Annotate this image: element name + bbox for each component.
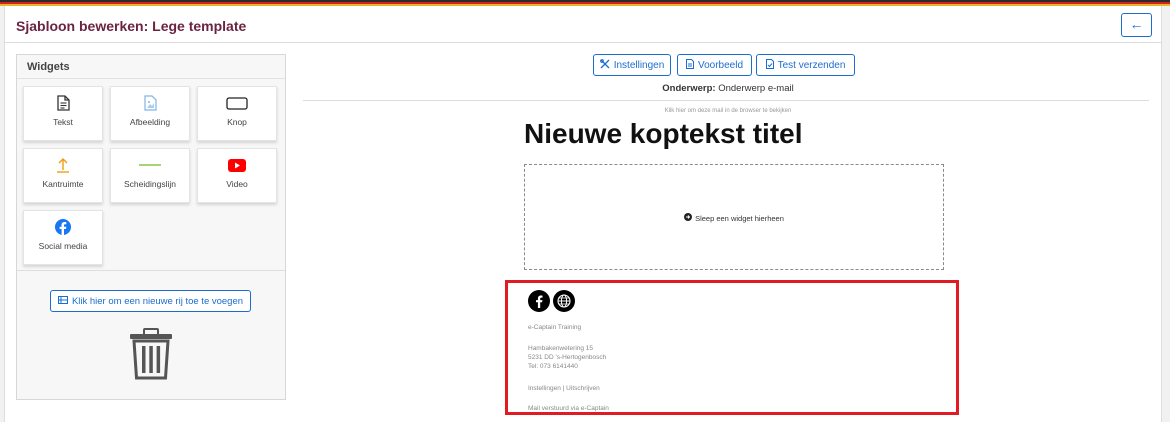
footer-company: e-Captain Training	[528, 324, 582, 331]
widget-text[interactable]: Tekst	[23, 86, 103, 141]
footer-phone: Tel: 073 6141440	[528, 363, 578, 370]
preview-button[interactable]: Voorbeeld	[677, 54, 752, 76]
widget-video[interactable]: Video	[197, 148, 277, 203]
drop-hint: Sleep een widget hierheen	[525, 213, 943, 223]
back-button[interactable]: ←	[1121, 13, 1152, 37]
preview-label: Voorbeeld	[697, 59, 744, 71]
editor-divider	[303, 100, 1149, 101]
footer-address-1: Hambakenwetering 15	[528, 345, 594, 352]
settings-button[interactable]: Instellingen	[593, 54, 671, 76]
arrow-left-icon: ←	[1129, 16, 1144, 32]
widget-social-media[interactable]: Social media	[23, 210, 103, 265]
widgets-panel: Widgets Tekst Afbeelding Knop Kantruimte	[16, 54, 286, 400]
widget-label: Social media	[38, 241, 88, 251]
widget-label: Kantruimte	[42, 179, 84, 189]
widgets-title: Widgets	[17, 55, 285, 79]
page-title: Sjabloon bewerken: Lege template	[16, 18, 247, 34]
subject-label: Onderwerp:	[662, 83, 716, 94]
footer-address-2: 5231 DD 's-Hertogenbosch	[528, 354, 607, 361]
document-icon	[685, 58, 694, 72]
widget-button[interactable]: Knop	[197, 86, 277, 141]
subject-line: Onderwerp: Onderwerp e-mail	[303, 83, 1153, 94]
arrow-circle-right-icon	[684, 213, 693, 223]
page-header: Sjabloon bewerken: Lege template ←	[5, 6, 1161, 43]
image-icon	[111, 94, 189, 112]
footer-sent-via: Mail verstuurd via e-Captain	[528, 405, 609, 412]
facebook-icon[interactable]	[528, 290, 550, 312]
widget-label: Scheidingslijn	[124, 179, 176, 189]
widget-image[interactable]: Afbeelding	[110, 86, 190, 141]
widget-dropzone[interactable]: Sleep een widget hierheen	[524, 164, 944, 270]
widget-label: Video	[226, 179, 248, 189]
document-icon	[765, 58, 774, 72]
globe-icon[interactable]	[553, 290, 575, 312]
trash-icon[interactable]	[128, 328, 174, 385]
subject-value[interactable]: Onderwerp e-mail	[718, 83, 794, 94]
drop-hint-label: Sleep een widget hierheen	[695, 213, 784, 223]
widget-spacer[interactable]: Kantruimte	[23, 148, 103, 203]
button-icon	[198, 94, 276, 112]
document-icon	[24, 94, 102, 112]
editor-window: Sjabloon bewerken: Lege template ← Widge…	[4, 6, 1162, 422]
facebook-icon	[24, 218, 102, 236]
browser-view-link[interactable]: Klik hier om deze mail in de browser te …	[303, 108, 1153, 114]
add-row-label: Klik hier om een nieuwe rij toe te voege…	[71, 295, 244, 307]
youtube-icon	[198, 156, 276, 174]
widget-divider[interactable]: Scheidingslijn	[110, 148, 190, 203]
tools-icon	[599, 58, 610, 72]
spacer-icon	[24, 156, 102, 174]
panel-divider	[17, 270, 285, 271]
add-row-button[interactable]: Klik hier om een nieuwe rij toe te voege…	[50, 290, 251, 312]
widget-label: Tekst	[53, 117, 73, 127]
test-send-button[interactable]: Test verzenden	[756, 54, 855, 76]
widget-label: Knop	[227, 117, 247, 127]
widget-label: Afbeelding	[129, 117, 171, 127]
table-icon	[57, 295, 68, 307]
divider-icon	[111, 156, 189, 174]
test-send-label: Test verzenden	[777, 59, 846, 71]
settings-label: Instellingen	[613, 59, 665, 71]
footer-links[interactable]: Instellingen | Uitschrijven	[528, 384, 600, 393]
social-icons	[528, 290, 575, 312]
email-footer[interactable]: e-Captain Training Hambakenwetering 15 5…	[505, 280, 959, 415]
email-heading[interactable]: Nieuwe koptekst titel	[524, 118, 803, 150]
